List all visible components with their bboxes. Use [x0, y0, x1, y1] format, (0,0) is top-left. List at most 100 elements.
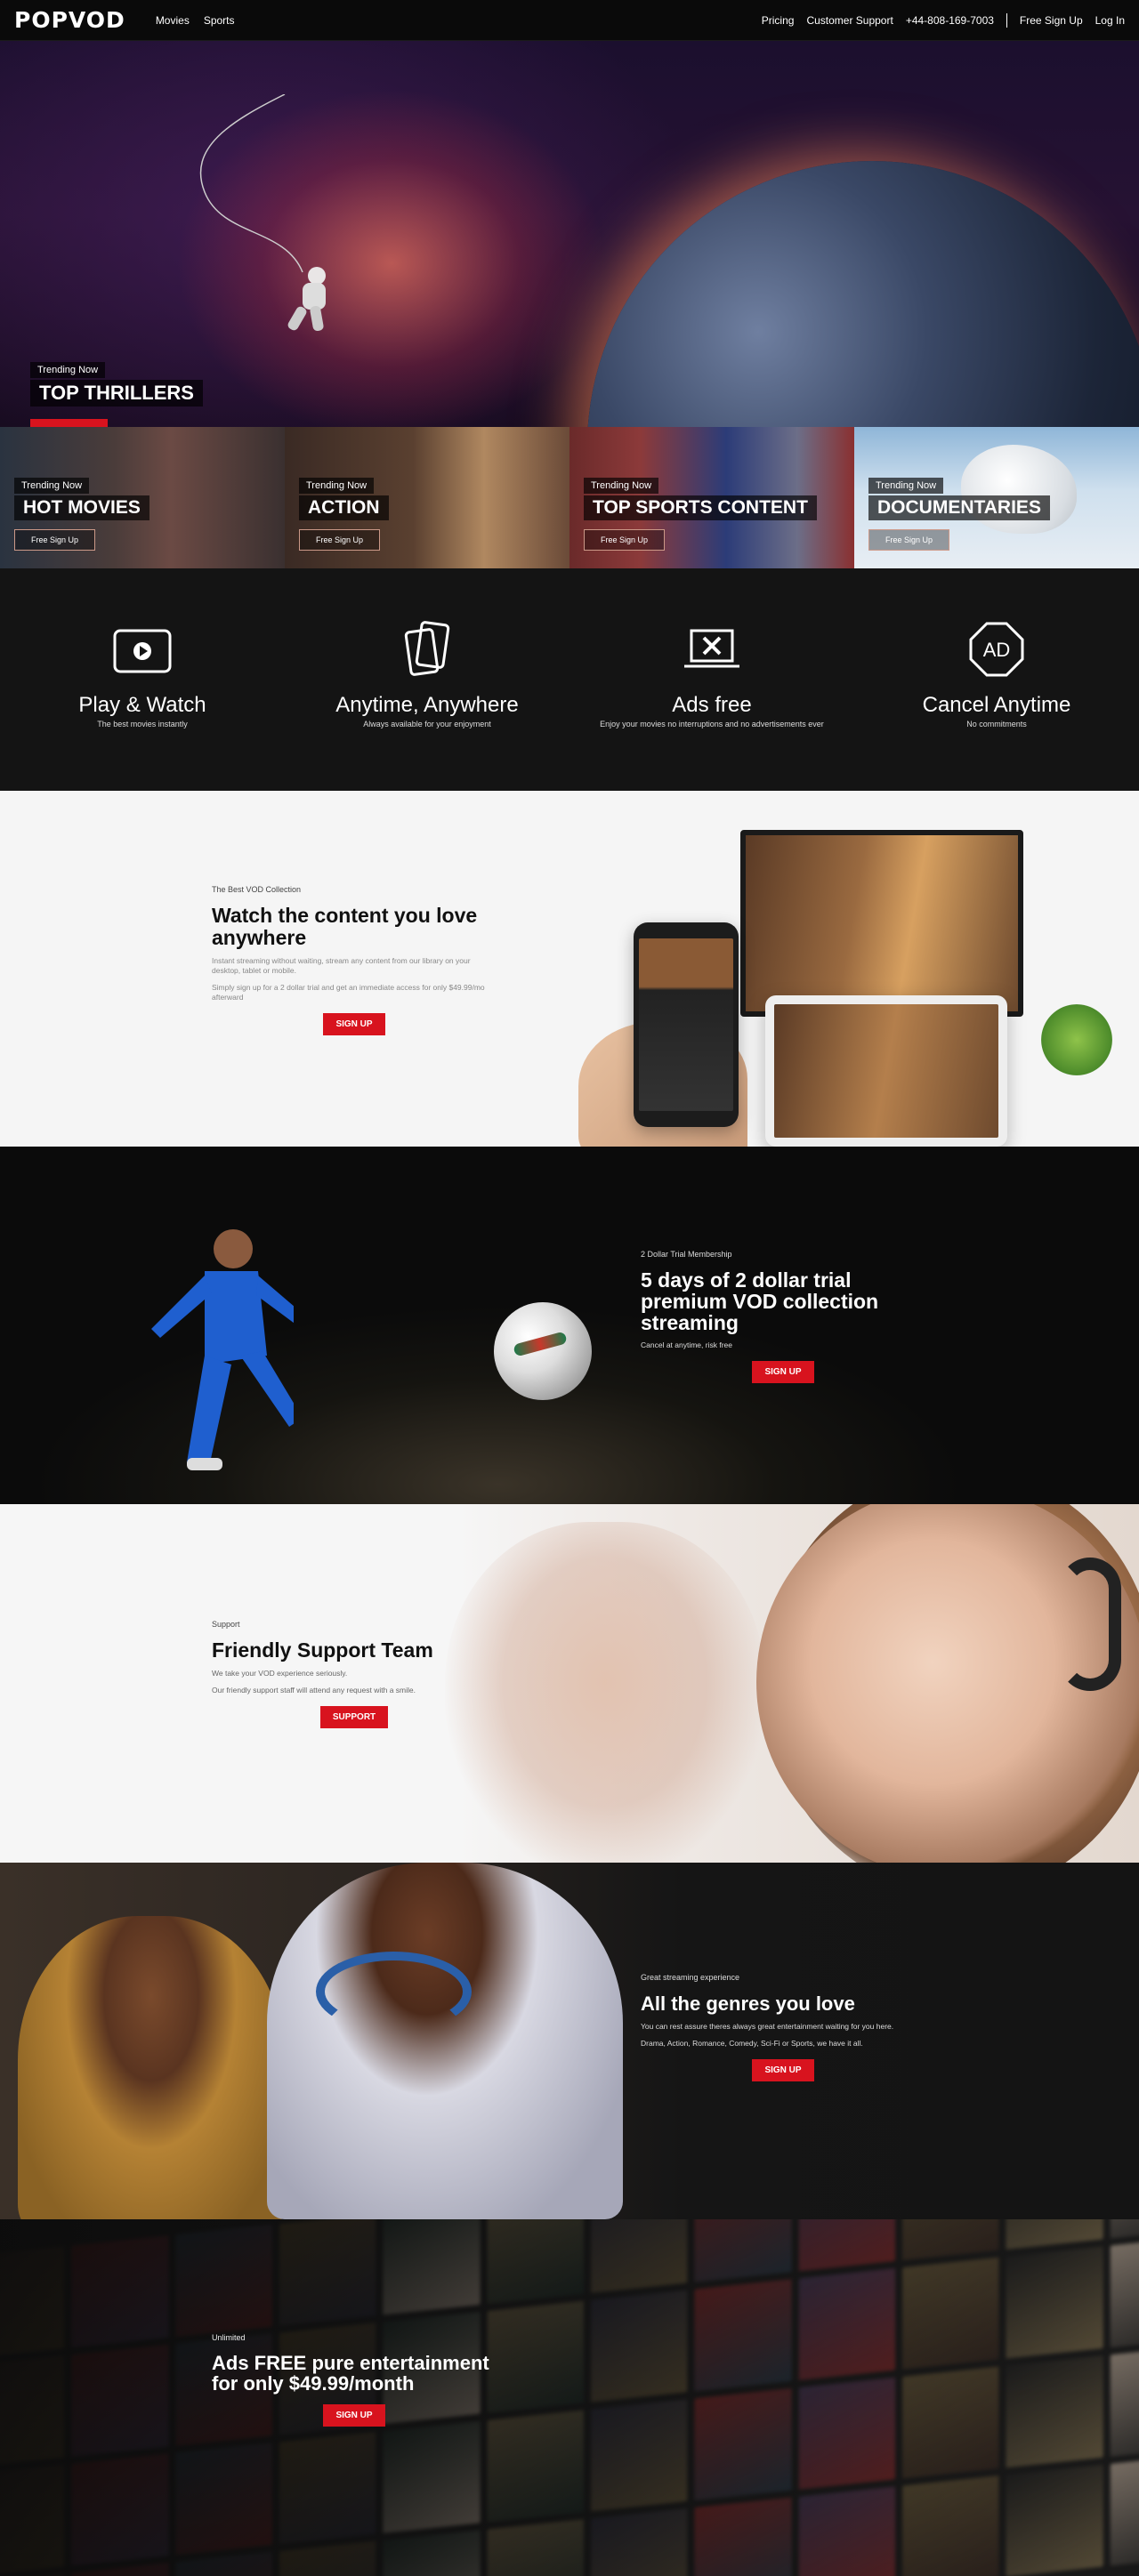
feature-title: Play & Watch	[78, 693, 206, 717]
tile-caption: Trending Now DOCUMENTARIES Free Sign Up	[868, 477, 1050, 551]
play-icon	[113, 629, 172, 673]
tile-trending-tag: Trending Now	[299, 478, 375, 494]
section-body: Instant streaming without waiting, strea…	[212, 956, 471, 975]
astronaut-image	[287, 267, 326, 332]
tile-caption: Trending Now ACTION Free Sign Up	[299, 477, 389, 551]
feature-ads-free: Ads free Enjoy your movies no interrupti…	[570, 568, 854, 791]
tile-signup-button[interactable]: Free Sign Up	[584, 529, 666, 551]
monitor-image	[740, 830, 1023, 1017]
phone-screen	[639, 938, 733, 1111]
soccer-player-image	[151, 1229, 294, 1470]
section-title: Watch the content you love anywhere	[212, 904, 478, 949]
support-button[interactable]: SUPPORT	[319, 1706, 389, 1728]
section-eyebrow: Great streaming experience	[641, 1973, 740, 1982]
features-strip: Play & Watch The best movies instantly A…	[0, 568, 1139, 791]
feature-title: Anytime, Anywhere	[335, 693, 519, 717]
tile-hot-movies[interactable]: Trending Now HOT MOVIES Free Sign Up	[0, 427, 285, 568]
tile-signup-button[interactable]: Free Sign Up	[14, 529, 96, 551]
tile-title: ACTION	[299, 495, 389, 520]
plant-image	[1041, 1004, 1112, 1075]
nav-left: Movies Sports	[156, 14, 235, 27]
hero-trending-tag: Trending Now	[30, 362, 106, 378]
nav-right: Pricing Customer Support +44-808-169-700…	[762, 12, 1125, 28]
feature-subtitle: No commitments	[966, 720, 1027, 729]
earth-image	[587, 161, 1139, 427]
signup-button[interactable]: SIGN UP	[752, 2059, 814, 2081]
section-title: 5 days of 2 dollar trial premium VOD col…	[641, 1268, 879, 1334]
signup-button[interactable]: SIGN UP	[323, 1013, 385, 1035]
svg-text:AD: AD	[983, 639, 1011, 661]
button-wrap: SIGN UP	[212, 1013, 497, 1035]
section-eyebrow: 2 Dollar Trial Membership	[641, 1250, 732, 1259]
feature-subtitle: Enjoy your movies no interruptions and n…	[600, 720, 824, 729]
section-eyebrow: The Best VOD Collection	[212, 885, 302, 894]
nav-pricing-link[interactable]: Pricing	[762, 14, 795, 27]
devices-section: The Best VOD Collection Watch the conten…	[0, 791, 1139, 1147]
signup-button[interactable]: SIGN UP	[323, 2404, 385, 2427]
support-section: Support Friendly Support Team We take yo…	[0, 1504, 1139, 1863]
button-wrap: SIGN UP	[212, 2404, 497, 2427]
nav-login-link[interactable]: Log In	[1095, 14, 1125, 27]
section-title: All the genres you love	[641, 1992, 855, 2015]
section-eyebrow: Support	[212, 1620, 240, 1629]
button-wrap: SIGN UP	[641, 2059, 925, 2081]
tile-trending-tag: Trending Now	[868, 478, 944, 494]
section-eyebrow: Unlimited	[212, 2333, 246, 2342]
laptop-x-icon	[684, 629, 739, 668]
logo[interactable]: POPVOD	[14, 7, 125, 33]
top-nav: POPVOD Movies Sports Pricing Customer Su…	[0, 0, 1139, 41]
tile-documentaries[interactable]: Trending Now DOCUMENTARIES Free Sign Up	[854, 427, 1139, 568]
tile-trending-tag: Trending Now	[584, 478, 659, 494]
tablet-image	[765, 995, 1007, 1147]
headset-image	[1059, 1558, 1121, 1691]
tile-title: DOCUMENTARIES	[868, 495, 1050, 520]
viewer-man-image	[267, 1863, 623, 2219]
nav-signup-link[interactable]: Free Sign Up	[1020, 14, 1083, 27]
hero-title: TOP THRILLERS	[30, 380, 203, 407]
viewer-woman-image	[18, 1916, 285, 2219]
unlimited-section: Unlimited Ads FREE pure entertainment fo…	[0, 2219, 1139, 2576]
tile-top-sports[interactable]: Trending Now TOP SPORTS CONTENT Free Sig…	[570, 427, 854, 568]
hero-caption: Trending Now TOP THRILLERS Free Sign Up	[30, 361, 203, 427]
hero-signup-button[interactable]: Free Sign Up	[30, 419, 109, 427]
trending-tiles: Trending Now HOT MOVIES Free Sign Up Tre…	[0, 427, 1139, 568]
tile-title: TOP SPORTS CONTENT	[584, 495, 817, 520]
section-title: Friendly Support Team	[212, 1638, 433, 1662]
tile-caption: Trending Now TOP SPORTS CONTENT Free Sig…	[584, 477, 817, 551]
dark-overlay	[0, 2219, 1139, 2576]
tile-signup-button[interactable]: Free Sign Up	[868, 529, 950, 551]
devices-icon	[404, 621, 450, 676]
nav-divider	[1006, 12, 1007, 28]
trial-section: 2 Dollar Trial Membership 5 days of 2 do…	[0, 1147, 1139, 1504]
trial-text: 2 Dollar Trial Membership 5 days of 2 do…	[641, 1250, 925, 1383]
tile-trending-tag: Trending Now	[14, 478, 90, 494]
feature-subtitle: The best movies instantly	[97, 720, 188, 729]
section-body: You can rest assure theres always great …	[641, 2022, 894, 2031]
feature-play-watch: Play & Watch The best movies instantly	[0, 568, 285, 791]
tile-action[interactable]: Trending Now ACTION Free Sign Up	[285, 427, 570, 568]
tablet-screen	[774, 1004, 998, 1138]
feature-subtitle: Always available for your enjoyment	[363, 720, 491, 729]
section-body: Cancel at anytime, risk free	[641, 1340, 732, 1349]
signup-button[interactable]: SIGN UP	[752, 1361, 814, 1383]
genres-text: Great streaming experience All the genre…	[641, 1973, 925, 2081]
section-body: Our friendly support staff will attend a…	[212, 1686, 416, 1695]
button-wrap: SUPPORT	[212, 1706, 497, 1728]
section-body: We take your VOD experience seriously.	[212, 1669, 348, 1678]
nav-sports-link[interactable]: Sports	[204, 14, 235, 27]
phone-image	[634, 922, 739, 1127]
feature-anytime: Anytime, Anywhere Always available for y…	[285, 568, 570, 791]
nav-support-link[interactable]: Customer Support	[806, 14, 893, 27]
hero-banner: Trending Now TOP THRILLERS Free Sign Up	[0, 41, 1139, 427]
section-body: Drama, Action, Romance, Comedy, Sci-Fi o…	[641, 2039, 863, 2048]
nav-movies-link[interactable]: Movies	[156, 14, 190, 27]
tile-caption: Trending Now HOT MOVIES Free Sign Up	[14, 477, 149, 551]
section-body: Simply sign up for a 2 dollar trial and …	[212, 983, 485, 1002]
headphones-image	[316, 1952, 472, 2032]
button-wrap: SIGN UP	[641, 1361, 925, 1383]
support-text: Support Friendly Support Team We take yo…	[212, 1620, 497, 1728]
devices-text: The Best VOD Collection Watch the conten…	[212, 885, 497, 1035]
feature-title: Cancel Anytime	[922, 693, 1071, 717]
ad-octagon-icon: AD	[969, 622, 1024, 677]
tile-signup-button[interactable]: Free Sign Up	[299, 529, 381, 551]
